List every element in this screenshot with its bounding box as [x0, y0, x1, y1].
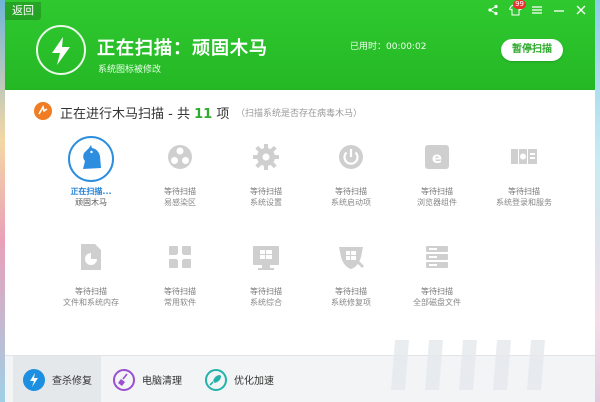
header-bar: 返回 99 正在扫描：顽固木马 系统图标被修改 已用时：00:00:02 暂停扫…	[5, 0, 595, 90]
share-icon[interactable]	[487, 4, 501, 16]
scan-item-all-disks: 等待扫描 全部磁盘文件	[391, 236, 483, 309]
notification-badge: 99	[513, 0, 526, 9]
horse-icon	[68, 136, 114, 182]
scan-status: 正在扫描...	[70, 187, 112, 196]
scan-status: 等待扫描	[250, 287, 282, 296]
close-icon[interactable]	[575, 4, 589, 16]
tab-scan-repair[interactable]: 查杀修复	[13, 356, 101, 402]
section-title-suffix: 项	[216, 107, 230, 122]
scan-status: 等待扫描	[421, 287, 453, 296]
shirt-skin-icon[interactable]: 99	[509, 0, 526, 16]
windows-icon	[243, 236, 289, 282]
apps-icon	[157, 236, 203, 282]
elapsed-time: 已用时：00:00:02	[350, 42, 427, 52]
browser-icon: e	[414, 136, 460, 182]
disk-icon	[414, 236, 460, 282]
scan-item-system-repair: 等待扫描 系统修复项	[305, 236, 397, 309]
scan-item-login-services: 等待扫描 系统登录和服务	[478, 136, 570, 209]
scan-status: 等待扫描	[250, 187, 282, 196]
scan-item-common-apps: 等待扫描 常用软件	[134, 236, 226, 309]
svg-text:e: e	[432, 149, 442, 167]
rocket-icon	[205, 368, 227, 391]
pause-scan-button[interactable]: 暂停扫描	[501, 39, 563, 61]
scan-status: 等待扫描	[508, 187, 540, 196]
scan-name: 文件和系统内存	[63, 298, 119, 307]
broom-icon	[113, 368, 135, 391]
scan-name: 系统登录和服务	[496, 198, 552, 207]
scan-name: 系统修复项	[331, 298, 371, 307]
repair-icon	[328, 236, 374, 282]
window-controls: 99	[487, 0, 589, 16]
item-count: 11	[194, 107, 213, 122]
scan-name: 浏览器组件	[417, 198, 457, 207]
scan-name: 系统综合	[250, 298, 282, 307]
tab-optimize-speed[interactable]: 优化加速	[205, 356, 295, 402]
minimize-icon[interactable]	[553, 4, 567, 16]
tab-label: 查杀修复	[52, 376, 92, 387]
scan-subtitle: 系统图标被修改	[98, 65, 162, 75]
power-icon	[328, 136, 374, 182]
scan-item-system-settings: 等待扫描 系统设置	[220, 136, 312, 209]
scan-item-trojan: 正在扫描... 顽固木马	[45, 136, 137, 209]
scan-status: 等待扫描	[164, 187, 196, 196]
scan-bolt-icon	[36, 25, 86, 75]
scan-name: 顽固木马	[75, 198, 107, 207]
scan-status: 等待扫描	[164, 287, 196, 296]
file-memory-icon	[68, 236, 114, 282]
scan-item-browser: e 等待扫描 浏览器组件	[391, 136, 483, 209]
scan-status: 等待扫描	[335, 187, 367, 196]
back-button[interactable]: 返回	[5, 2, 41, 20]
scan-status: 等待扫描	[75, 287, 107, 296]
gear-icon	[243, 136, 289, 182]
scan-item-system-overall: 等待扫描 系统综合	[220, 236, 312, 309]
scan-status: 等待扫描	[421, 187, 453, 196]
biohazard-icon	[157, 136, 203, 182]
menu-icon[interactable]	[531, 4, 545, 16]
scan-item-infection-area: 等待扫描 易感染区	[134, 136, 226, 209]
scan-name: 常用软件	[164, 298, 196, 307]
scan-title: 正在扫描：顽固木马	[97, 38, 268, 59]
scan-item-file-memory: 等待扫描 文件和系统内存	[45, 236, 137, 309]
section-title: 正在进行木马扫描 - 共 11 项	[60, 103, 229, 122]
section-title-prefix: 正在进行木马扫描 - 共	[60, 107, 190, 122]
scan-name: 易感染区	[164, 198, 196, 207]
login-service-icon	[501, 136, 547, 182]
scan-name: 系统设置	[250, 198, 282, 207]
tab-label: 优化加速	[234, 376, 274, 387]
bolt-icon	[23, 368, 45, 391]
scan-status: 等待扫描	[335, 287, 367, 296]
trojan-scan-icon	[34, 102, 52, 120]
tab-label: 电脑清理	[142, 376, 182, 387]
tab-pc-cleanup[interactable]: 电脑清理	[113, 356, 203, 402]
lines-watermark	[387, 330, 577, 402]
scan-name: 全部磁盘文件	[413, 298, 461, 307]
scan-window: 返回 99 正在扫描：顽固木马 系统图标被修改 已用时：00:00:02 暂停扫…	[5, 0, 595, 402]
scan-name: 系统启动项	[331, 198, 371, 207]
scan-item-startup: 等待扫描 系统启动项	[305, 136, 397, 209]
section-hint: （扫描系统是否存在病毒木马）	[236, 109, 363, 119]
